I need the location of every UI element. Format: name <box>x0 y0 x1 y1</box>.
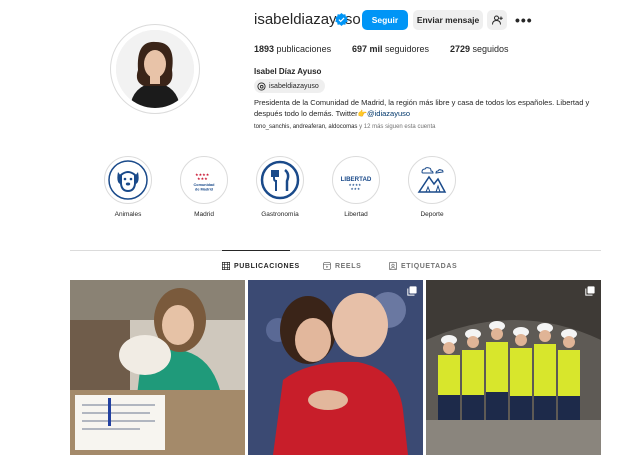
multi-photo-icon <box>585 286 595 296</box>
follow-button[interactable]: Seguir <box>362 10 408 30</box>
threads-badge[interactable]: isabeldiazayuso <box>254 79 325 93</box>
tabs-divider <box>70 250 601 251</box>
post-thumbnail[interactable] <box>70 280 245 455</box>
threads-icon <box>257 81 266 91</box>
tab-publicaciones[interactable]: PUBLICACIONES <box>222 262 300 270</box>
send-message-button[interactable]: Enviar mensaje <box>413 10 483 30</box>
followers-count[interactable]: 697 mil seguidores <box>352 44 450 54</box>
libertad-logo-icon: LIBERTAD ★★★★ ★★★ <box>337 161 375 199</box>
posts-count-label: publicaciones <box>274 44 332 54</box>
active-tab-indicator <box>222 250 290 251</box>
post-thumbnail[interactable] <box>248 280 423 455</box>
svg-text:de Madrid: de Madrid <box>195 188 214 192</box>
multi-photo-icon <box>407 286 417 296</box>
highlight-label: Gastronomía <box>261 211 299 218</box>
tab-label: ETIQUETADAS <box>401 262 458 270</box>
highlight-libertad[interactable]: LIBERTAD ★★★★ ★★★ Libertad <box>318 156 394 218</box>
highlight-animales[interactable]: Animales <box>90 156 166 218</box>
post-thumbnail[interactable] <box>426 280 601 455</box>
post-image <box>248 280 423 455</box>
followed-by-more: y 12 más siguen esta cuenta <box>357 124 436 130</box>
tab-reels[interactable]: REELS <box>323 262 361 270</box>
reels-icon <box>323 262 331 270</box>
highlight-label: Madrid <box>194 211 214 218</box>
verified-badge-icon <box>335 13 348 26</box>
profile-bio: Presidenta de la Comunidad de Madrid, la… <box>254 97 604 119</box>
suggested-accounts-button[interactable] <box>487 10 507 30</box>
dog-icon <box>108 160 148 200</box>
following-count-label: seguidos <box>470 44 509 54</box>
svg-text:★★★: ★★★ <box>197 176 208 181</box>
madrid-logo-icon: ★★★★ ★★★ Comunidad de Madrid <box>185 161 223 199</box>
profile-avatar[interactable] <box>110 24 200 114</box>
threads-handle: isabeldiazayuso <box>269 82 319 90</box>
following-count-value: 2729 <box>450 44 471 54</box>
svg-text:★★★: ★★★ <box>351 187 361 191</box>
add-person-icon <box>491 15 503 25</box>
profile-full-name: Isabel Díaz Ayuso <box>254 67 322 76</box>
posts-count: 1893 publicaciones <box>254 44 352 54</box>
highlight-gastronomia[interactable]: Gastronomía <box>242 156 318 218</box>
tagged-icon <box>389 262 397 270</box>
profile-stats: 1893 publicaciones 697 mil seguidores 27… <box>254 44 509 54</box>
bio-twitter-link[interactable]: @idiazayuso <box>367 109 410 118</box>
highlight-madrid[interactable]: ★★★★ ★★★ Comunidad de Madrid Madrid <box>166 156 242 218</box>
svg-text:Comunidad: Comunidad <box>194 183 216 187</box>
posts-grid <box>70 280 601 459</box>
svg-text:LIBERTAD: LIBERTAD <box>341 176 372 183</box>
post-image <box>70 280 245 455</box>
more-options-icon[interactable]: ••• <box>515 12 533 28</box>
followers-count-value: 697 mil <box>352 44 383 54</box>
grid-icon <box>222 262 230 270</box>
highlight-label: Deporte <box>420 211 444 218</box>
posts-count-value: 1893 <box>254 44 275 54</box>
followed-by-names: tono_sanchis, andreaferan, aldocomas <box>254 124 358 130</box>
highlight-deporte[interactable]: Deporte <box>394 156 470 218</box>
post-image <box>426 280 601 455</box>
following-count[interactable]: 2729 seguidos <box>450 44 509 54</box>
avatar-image <box>116 30 194 108</box>
highlight-label: Animales <box>114 211 142 218</box>
mountain-icon <box>413 161 451 199</box>
cutlery-icon <box>260 160 300 200</box>
tab-etiquetadas[interactable]: ETIQUETADAS <box>389 262 457 270</box>
highlight-label: Libertad <box>344 211 368 218</box>
bio-text: Presidenta de la Comunidad de Madrid, la… <box>254 98 590 118</box>
followers-count-label: seguidores <box>382 44 430 54</box>
story-highlights: Animales ★★★★ ★★★ Comunidad de Madrid Ma… <box>90 156 470 218</box>
tab-label: REELS <box>335 262 362 270</box>
followed-by[interactable]: tono_sanchis, andreaferan, aldocomas y 1… <box>254 124 435 130</box>
tab-label: PUBLICACIONES <box>234 262 300 270</box>
